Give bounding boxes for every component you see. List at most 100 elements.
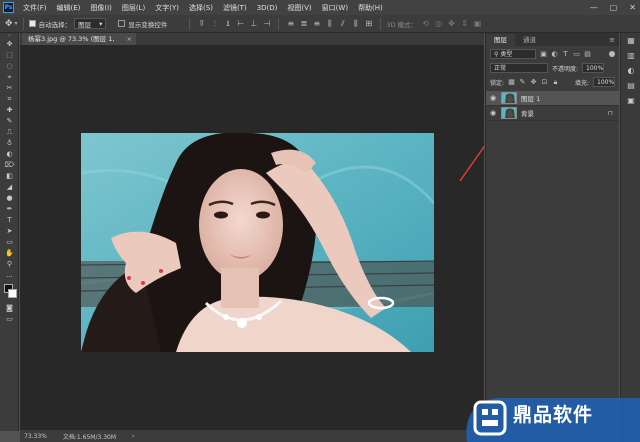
smart-object-filter-icon[interactable]: ▤ — [584, 50, 591, 58]
3d-slide-icon[interactable]: ⇕ — [460, 19, 469, 28]
move-tool-icon[interactable]: ✥ — [5, 19, 13, 29]
tab-channels[interactable]: 通道 — [515, 34, 544, 46]
more-tools-icon[interactable]: … — [0, 270, 19, 281]
search-icon: ⚲ — [494, 51, 499, 58]
align-bottom-icon[interactable]: ⫫ — [223, 19, 232, 28]
swatches-panel-icon[interactable]: ▥ — [621, 48, 640, 63]
lock-transparent-icon[interactable]: ▦ — [508, 78, 515, 86]
brush-tool-icon[interactable]: ⎍ — [0, 127, 19, 138]
move-tool-icon[interactable]: ✥ — [0, 39, 19, 50]
zoom-tool-icon[interactable]: ⚲ — [0, 259, 19, 270]
layers-panel: 图层 通道 ≡ ⚲ 类型 ▣ ◐ T ▭ ▤ 正常 不透明度: 100% 锁定:… — [485, 33, 619, 442]
background-color-swatch[interactable] — [8, 289, 17, 298]
pixel-filter-icon[interactable]: ▣ — [540, 50, 547, 58]
blur-tool-icon[interactable]: ◢ — [0, 182, 19, 193]
tool-preset-chevron-icon[interactable]: ▾ — [15, 20, 18, 27]
menu-select[interactable]: 选择(S) — [184, 3, 218, 13]
distribute-hcenter-icon[interactable]: ⫽ — [338, 19, 347, 28]
visibility-eye-icon[interactable]: ◉ — [489, 94, 497, 102]
screen-mode-icon[interactable]: ▭ — [0, 314, 19, 325]
menu-3d[interactable]: 3D(D) — [252, 4, 283, 12]
tab-layers[interactable]: 图层 — [486, 34, 515, 46]
lock-image-icon[interactable]: ✎ — [519, 78, 526, 86]
shape-filter-icon[interactable]: ▭ — [573, 50, 580, 58]
lock-position-icon[interactable]: ✥ — [530, 78, 537, 86]
auto-select-dropdown[interactable]: 图层 ▾ — [74, 18, 107, 29]
pen-tool-icon[interactable]: ✒ — [0, 204, 19, 215]
history-brush-tool-icon[interactable]: ◐ — [0, 149, 19, 160]
distribute-bottom-icon[interactable]: ≡ — [312, 19, 321, 28]
zoom-level[interactable]: 73.33% — [24, 433, 47, 440]
close-tab-icon[interactable]: × — [127, 33, 132, 45]
menu-view[interactable]: 视图(V) — [282, 3, 316, 13]
show-transform-checkbox[interactable] — [118, 20, 126, 27]
distribute-right-icon[interactable]: ⫼ — [351, 19, 360, 28]
3d-roll-icon[interactable]: ◎ — [434, 19, 443, 28]
distribute-vcenter-icon[interactable]: ≣ — [299, 19, 308, 28]
menu-edit[interactable]: 编辑(E) — [52, 3, 86, 13]
opacity-field[interactable]: 100% — [582, 63, 605, 73]
menu-file[interactable]: 文件(F) — [18, 3, 52, 13]
color-panel-icon[interactable]: ▦ — [621, 33, 640, 48]
eyedropper-tool-icon[interactable]: ✚ — [0, 105, 19, 116]
menu-type[interactable]: 文字(Y) — [150, 3, 184, 13]
auto-align-icon[interactable]: ⊞ — [364, 19, 373, 28]
type-tool-icon[interactable]: T — [0, 215, 19, 226]
properties-panel-icon[interactable]: ▤ — [621, 78, 640, 93]
lasso-tool-icon[interactable]: ◌ — [0, 61, 19, 72]
marquee-tool-icon[interactable]: ⬚ — [0, 50, 19, 61]
chevron-down-icon: ▾ — [99, 19, 103, 28]
blend-mode-dropdown[interactable]: 正常 — [490, 63, 548, 73]
frame-tool-icon[interactable]: ⌗ — [0, 94, 19, 105]
libraries-panel-icon[interactable]: ▣ — [621, 93, 640, 108]
align-top-icon[interactable]: ⫪ — [197, 19, 206, 28]
canvas-workspace[interactable] — [20, 45, 484, 430]
eraser-tool-icon[interactable]: ⌦ — [0, 160, 19, 171]
auto-select-value: 图层 — [78, 20, 92, 29]
filter-toggle-icon[interactable] — [609, 51, 615, 57]
quick-mask-icon[interactable]: ◙ — [0, 303, 19, 314]
visibility-eye-icon[interactable]: ◉ — [489, 109, 497, 117]
gradient-tool-icon[interactable]: ◧ — [0, 171, 19, 182]
status-chevron-icon[interactable]: › — [132, 433, 134, 440]
maximize-button[interactable]: ▢ — [610, 3, 618, 12]
3d-scale-icon[interactable]: ▣ — [473, 19, 482, 28]
menu-filter[interactable]: 滤镜(T) — [218, 3, 252, 13]
3d-rotate-icon[interactable]: ⟲ — [421, 19, 430, 28]
auto-select-checkbox[interactable] — [28, 20, 36, 27]
distribute-top-icon[interactable]: ≡ — [286, 19, 295, 28]
menu-window[interactable]: 窗口(W) — [317, 3, 353, 13]
layer-row[interactable]: ◉ 背景 ⊓ — [486, 106, 619, 121]
minimize-button[interactable]: — — [590, 3, 598, 12]
menu-help[interactable]: 帮助(H) — [353, 3, 388, 13]
layer-row[interactable]: ◉ 图层 1 — [486, 91, 619, 106]
menu-image[interactable]: 图像(I) — [85, 3, 117, 13]
hand-tool-icon[interactable]: ✋ — [0, 248, 19, 259]
path-select-tool-icon[interactable]: ➤ — [0, 226, 19, 237]
layer-filter-dropdown[interactable]: ⚲ 类型 — [490, 49, 536, 59]
adjustments-panel-icon[interactable]: ◐ — [621, 63, 640, 78]
type-filter-icon[interactable]: T — [562, 50, 569, 58]
lock-artboard-icon[interactable]: ⊡ — [541, 78, 548, 86]
adjustment-filter-icon[interactable]: ◐ — [551, 50, 558, 58]
quick-select-tool-icon[interactable]: ⌖ — [0, 72, 19, 83]
distribute-left-icon[interactable]: ⫼ — [325, 19, 334, 28]
crop-tool-icon[interactable]: ✂ — [0, 83, 19, 94]
menu-layer[interactable]: 图层(L) — [117, 3, 150, 13]
align-hcenter-icon[interactable]: ⊥ — [249, 19, 258, 28]
color-swatches[interactable] — [0, 281, 19, 303]
dodge-tool-icon[interactable]: ● — [0, 193, 19, 204]
healing-brush-tool-icon[interactable]: ✎ — [0, 116, 19, 127]
3d-drag-icon[interactable]: ✥ — [447, 19, 456, 28]
align-right-icon[interactable]: ⊣ — [262, 19, 271, 28]
align-vcenter-icon[interactable]: ⫶ — [210, 19, 219, 28]
close-button[interactable]: ✕ — [629, 3, 636, 12]
clone-stamp-tool-icon[interactable]: ♁ — [0, 138, 19, 149]
status-bar: 73.33% 文档:1.65M/3.30M › — [20, 430, 484, 442]
align-left-icon[interactable]: ⊢ — [236, 19, 245, 28]
panel-menu-icon[interactable]: ≡ — [609, 34, 615, 46]
rectangle-tool-icon[interactable]: ▭ — [0, 237, 19, 248]
document-tab[interactable]: 杨幂3.jpg @ 73.3% (图层 1, RGB/8#) * × — [22, 33, 136, 55]
lock-all-icon[interactable]: 🔒︎ — [552, 78, 559, 86]
fill-field[interactable]: 100% — [593, 77, 615, 87]
